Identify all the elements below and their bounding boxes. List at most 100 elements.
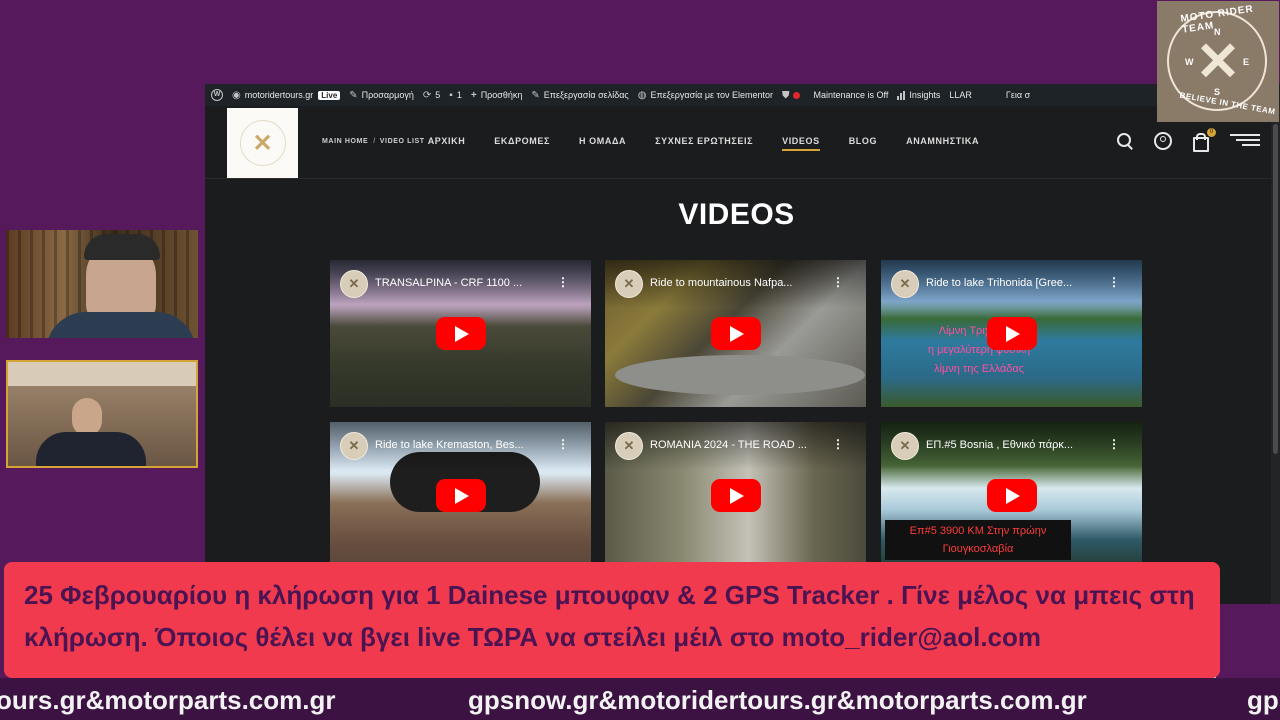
video-title[interactable]: ROMANIA 2024 - THE ROAD ... [650, 439, 825, 451]
banner-edge-bg [1216, 636, 1280, 678]
video-card[interactable]: ✕ Ride to lake Kremaston, Bes... ⋮ [330, 422, 591, 569]
admin-customize-label: Προσαρμογή [361, 90, 414, 100]
admin-insights[interactable]: Insights [897, 90, 940, 100]
main-navigation: MAIN HOME / VIDEO LIST ΑΡΧΙΚΗ ΕΚΔΡΟΜΕΣ Η… [322, 136, 1008, 151]
cart-icon[interactable]: 0 [1192, 128, 1216, 152]
banner-text: 25 Φεβρουαρίου η κλήρωση για 1 Dainese μ… [24, 580, 1195, 652]
dashboard-icon: ◉ [232, 89, 241, 101]
ceiling-light [8, 362, 196, 386]
admin-edit-page[interactable]: ✎ Επεξεργασία σελίδας [531, 90, 628, 101]
nav-faq[interactable]: ΣΥΧΝΕΣ ΕΡΩΤΗΣΕΙΣ [655, 136, 753, 146]
pencil-icon: ✎ [531, 89, 540, 101]
play-button[interactable] [987, 479, 1037, 512]
admin-updates[interactable]: ⟳ 5 [423, 90, 440, 101]
video-card[interactable]: ✕ TRANSALPINA - CRF 1100 ... ⋮ [330, 260, 591, 407]
channel-avatar[interactable]: ✕ [891, 432, 919, 460]
admin-edit-page-label: Επεξεργασία σελίδας [543, 90, 629, 100]
compass-s: S [1214, 87, 1221, 97]
video-card[interactable]: ✕ Ride to lake Trihonida [Gree... ⋮ Λίμν… [881, 260, 1142, 407]
video-card[interactable]: ✕ Ride to mountainous Nafpa... ⋮ [605, 260, 866, 407]
admin-new[interactable]: + Προσθήκη [471, 90, 523, 101]
brush-icon: ✎ [349, 89, 358, 101]
wp-admin-bar: W ◉ motoridertours.gr Live ✎ Προσαρμογή … [205, 84, 1280, 106]
video-title[interactable]: Ride to lake Kremaston, Bes... [375, 439, 550, 451]
admin-edit-elementor-label: Επεξεργασία με τον Elementor [650, 90, 773, 100]
hamburger-menu-icon[interactable] [1230, 134, 1260, 148]
announcement-banner: 25 Φεβρουαρίου η κλήρωση για 1 Dainese μ… [4, 562, 1220, 678]
scrollbar-thumb[interactable] [1273, 124, 1278, 454]
guest-shirt [36, 432, 146, 466]
channel-avatar[interactable]: ✕ [615, 270, 643, 298]
elementor-icon: ◍ [637, 89, 647, 101]
site-logo[interactable]: ✕ [227, 108, 298, 178]
channel-avatar[interactable]: ✕ [340, 270, 368, 298]
play-button[interactable] [987, 317, 1037, 350]
ticker-text-right: gps [1247, 685, 1280, 715]
website-window: W ◉ motoridertours.gr Live ✎ Προσαρμογή … [205, 84, 1280, 604]
admin-greeting-label: Γεια σ [1005, 90, 1031, 100]
admin-llar[interactable]: LLAR [949, 90, 972, 100]
nav-videos[interactable]: VIDEOS [782, 136, 820, 151]
compass-w: W [1185, 57, 1194, 67]
channel-avatar[interactable]: ✕ [891, 270, 919, 298]
cart-count-badge: 0 [1207, 128, 1216, 137]
nav-souvenirs[interactable]: ΑΝΑΜΝΗΣΤΙΚΑ [906, 136, 979, 146]
site-header: ✕ MAIN HOME / VIDEO LIST ΑΡΧΙΚΗ ΕΚΔΡΟΜΕΣ… [205, 106, 1280, 179]
admin-site-name: motoridertours.gr [244, 90, 314, 100]
host-hair [84, 234, 160, 260]
more-options-icon[interactable]: ⋮ [1108, 438, 1120, 450]
play-button[interactable] [711, 479, 761, 512]
video-title[interactable]: Ride to lake Trihonida [Gree... [926, 277, 1101, 289]
video-card[interactable]: ✕ ROMANIA 2024 - THE ROAD ... ⋮ [605, 422, 866, 569]
logo-x-icon: ✕ [239, 120, 286, 166]
admin-llar-label: LLAR [949, 90, 972, 100]
video-title[interactable]: TRANSALPINA - CRF 1100 ... [375, 277, 550, 289]
more-options-icon[interactable]: ⋮ [1108, 276, 1120, 288]
more-options-icon[interactable]: ⋮ [832, 276, 844, 288]
breadcrumb-separator: / [373, 137, 376, 145]
breadcrumb-home[interactable]: MAIN HOME [322, 138, 368, 145]
guest-face [72, 398, 102, 436]
nav-tours[interactable]: ΕΚΔΡΟΜΕΣ [494, 136, 550, 146]
more-options-icon[interactable]: ⋮ [557, 438, 569, 450]
play-button[interactable] [711, 317, 761, 350]
host-shirt [46, 312, 196, 338]
wordpress-icon[interactable]: W [211, 89, 223, 101]
ticker-text-center: gpsnow.gr&motoridertours.gr&motorparts.c… [468, 685, 1087, 715]
video-title[interactable]: ΕΠ.#5 Bosnia , Εθνικό πάρκ... [926, 439, 1101, 451]
admin-seo[interactable]: ⛊ [782, 90, 805, 101]
play-button[interactable] [436, 479, 486, 512]
search-icon[interactable] [1116, 132, 1134, 150]
admin-edit-elementor[interactable]: ◍ Επεξεργασία με τον Elementor [638, 90, 773, 101]
nav-blog[interactable]: BLOG [849, 136, 877, 146]
refresh-icon: ⟳ [422, 89, 432, 101]
seo-status-dot [793, 91, 801, 99]
admin-maintenance-label: Maintenance is Off [813, 90, 889, 100]
seo-icon: ⛊ [781, 89, 790, 101]
admin-insights-label: Insights [909, 90, 941, 100]
thumbnail-caption: Επ#5 3900 ΚΜ Στην πρώην Γιουγκοσλαβία [885, 520, 1071, 560]
channel-avatar[interactable]: ✕ [615, 432, 643, 460]
more-options-icon[interactable]: ⋮ [557, 276, 569, 288]
live-badge: Live [318, 90, 341, 100]
page-title: VIDEOS [678, 198, 795, 231]
video-title[interactable]: Ride to mountainous Nafpa... [650, 277, 825, 289]
user-icon[interactable] [1154, 132, 1172, 150]
team-logo: ✕ N S W E MOTO RIDER TEAM BELIEVE IN THE… [1157, 1, 1279, 122]
more-options-icon[interactable]: ⋮ [832, 438, 844, 450]
bar-chart-icon [897, 90, 906, 100]
nav-team[interactable]: Η ΟΜΑΔΑ [579, 136, 626, 146]
admin-customize[interactable]: ✎ Προσαρμογή [349, 90, 414, 101]
video-card[interactable]: ✕ ΕΠ.#5 Bosnia , Εθνικό πάρκ... ⋮ Επ#5 3… [881, 422, 1142, 569]
nav-home[interactable]: ΑΡΧΙΚΗ [428, 136, 466, 146]
page-scrollbar[interactable] [1271, 106, 1280, 604]
admin-maintenance[interactable]: Maintenance is Off [813, 90, 888, 100]
admin-site-link[interactable]: ◉ motoridertours.gr Live [232, 89, 341, 101]
channel-avatar[interactable]: ✕ [340, 432, 368, 460]
webcam-guest [6, 360, 198, 468]
admin-new-label: Προσθήκη [480, 90, 523, 100]
play-button[interactable] [436, 317, 486, 350]
admin-comments[interactable]: ▪ 1 [449, 90, 462, 101]
road-curve [615, 355, 865, 395]
admin-greeting[interactable]: Γεια σ [1006, 90, 1030, 100]
